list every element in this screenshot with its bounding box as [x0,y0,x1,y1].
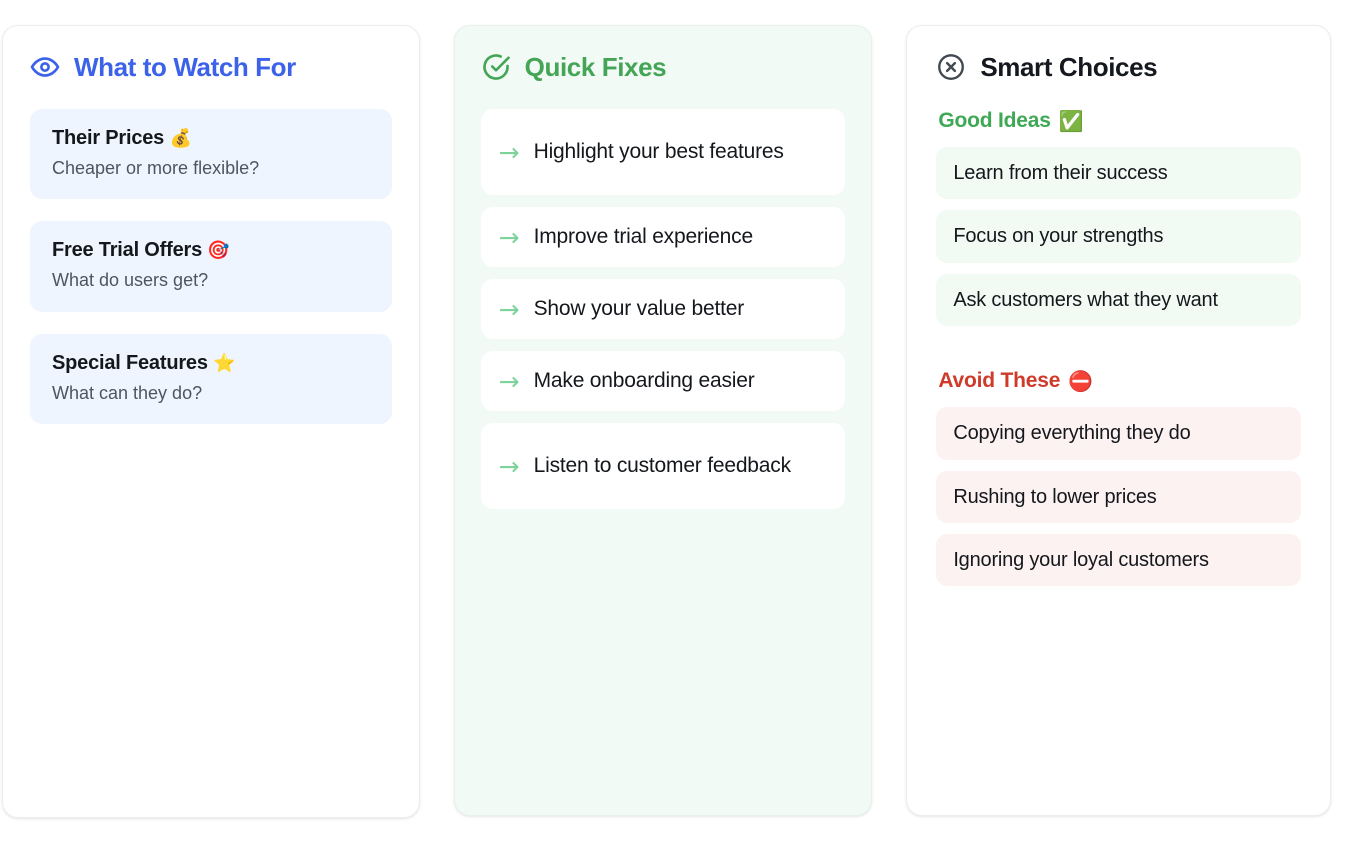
quick-fix-item[interactable]: → Show your value better [480,279,846,339]
avoid-item[interactable]: Copying everything they do [936,407,1301,460]
good-idea-item[interactable]: Ask customers what they want [936,273,1301,327]
card-what-to-watch-for: What to Watch For Their Prices 💰 Cheaper… [2,25,420,818]
x-circle-icon [936,52,966,82]
money-bag-emoji-icon: 💰 [169,128,192,149]
card-quick-fixes: Quick Fixes → Highlight your best featur… [453,25,873,816]
watch-item-title-text: Special Features [52,351,208,374]
watch-item-subtitle: Cheaper or more flexible? [52,158,260,178]
watch-item-title: Free Trial Offers 🎯 [52,238,370,263]
card-header-smart-choices: Smart Choices [936,52,1301,82]
card-header-quick-fixes: Quick Fixes [481,52,846,82]
quick-fix-item[interactable]: → Improve trial experience [480,207,846,267]
star-emoji-icon: ⭐ [213,352,236,374]
card-title-quick-fixes: Quick Fixes [524,51,667,82]
target-emoji-icon: 🎯 [207,240,230,262]
section-label-avoid-these: Avoid These ⛔ [938,369,1301,393]
comparison-board: What to Watch For Their Prices 💰 Cheaper… [0,0,1352,846]
quick-fix-label: Listen to customer feedback [533,453,791,477]
arrow-right-icon: → [498,137,520,167]
quick-fix-label: Improve trial experience [533,224,754,248]
card-title-what-to-watch-for: What to Watch For [74,51,296,82]
watch-item-subtitle: What can they do? [52,382,203,403]
section-label-avoid-these-text: Avoid These [938,369,1061,393]
watch-item[interactable]: Their Prices 💰 Cheaper or more flexible? [30,109,392,200]
arrow-right-icon: → [498,222,520,252]
eye-icon [30,52,60,82]
watch-item[interactable]: Special Features ⭐ What can they do? [30,333,392,425]
watch-item-title-text: Their Prices [52,127,165,149]
watch-item-subtitle: What do users get? [52,270,209,291]
arrow-right-icon: → [498,294,520,324]
avoid-item[interactable]: Ignoring your loyal customers [936,533,1301,587]
quick-fix-item[interactable]: → Listen to customer feedback [480,423,846,509]
quick-fix-item[interactable]: → Make onboarding easier [480,351,846,411]
quick-fix-item[interactable]: → Highlight your best features [480,109,846,195]
arrow-right-icon: → [498,451,520,481]
section-label-good-ideas: Good Ideas ✅ [938,109,1301,133]
check-circle-icon [481,52,511,82]
watch-item[interactable]: Free Trial Offers 🎯 What do users get? [30,221,392,312]
good-idea-item[interactable]: Learn from their success [936,147,1301,200]
no-entry-emoji-icon: ⛔ [1068,369,1093,394]
card-header-what-to-watch-for: What to Watch For [30,52,392,82]
avoid-item[interactable]: Rushing to lower prices [936,470,1301,523]
section-divider-spacer [936,337,1301,367]
good-idea-item[interactable]: Focus on your strengths [936,210,1301,263]
watch-item-title: Their Prices 💰 [52,126,370,151]
quick-fix-label: Show your value better [533,296,745,320]
section-label-good-ideas-text: Good Ideas [938,109,1051,132]
watch-item-title: Special Features ⭐ [52,351,370,376]
card-smart-choices: Smart Choices Good Ideas ✅ Learn from th… [906,25,1331,816]
arrow-right-icon: → [498,366,520,396]
quick-fix-label: Make onboarding easier [533,368,755,392]
watch-item-title-text: Free Trial Offers [52,239,202,262]
quick-fix-label: Highlight your best features [533,139,784,163]
check-mark-button-emoji-icon: ✅ [1058,109,1084,133]
card-title-smart-choices: Smart Choices [980,51,1158,82]
